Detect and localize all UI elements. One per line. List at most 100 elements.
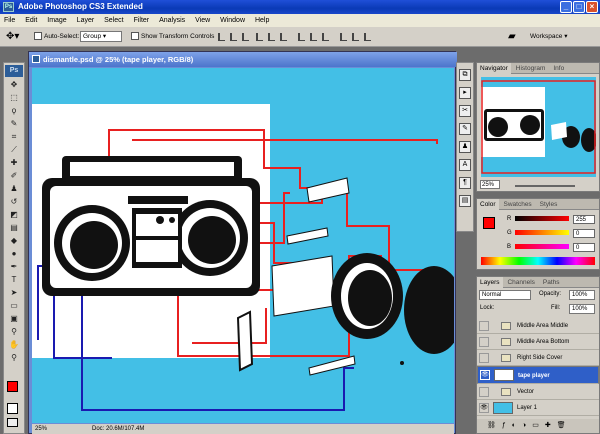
path-select-tool-icon[interactable]: ➤ [6, 287, 22, 298]
navigator-zoom-slider[interactable] [515, 185, 575, 187]
tool-presets-icon[interactable]: ✂ [459, 105, 471, 117]
menu-file[interactable]: File [0, 17, 19, 24]
visibility-toggle[interactable] [479, 337, 489, 347]
type-tool-icon[interactable]: T [6, 274, 22, 285]
menu-help[interactable]: Help [251, 17, 273, 24]
align-bottom-icon[interactable] [242, 33, 249, 41]
b-slider[interactable] [515, 244, 569, 249]
move-tool-icon[interactable]: ✥ [6, 79, 22, 90]
pen-tool-icon[interactable]: ✒ [6, 261, 22, 272]
move-tool-icon[interactable]: ✥▾ [6, 32, 19, 42]
menu-edit[interactable]: Edit [21, 17, 41, 24]
layer-comps-icon[interactable]: ▤ [459, 195, 471, 207]
align-hcenter-icon[interactable] [268, 33, 275, 41]
close-button[interactable]: × [586, 1, 598, 13]
tab-layers[interactable]: Layers [477, 277, 503, 288]
distribute-hcenter-icon[interactable] [352, 33, 359, 41]
layer-row[interactable]: Right Side Cover [477, 350, 599, 366]
minimize-button[interactable]: _ [560, 1, 572, 13]
menu-select[interactable]: Select [100, 17, 127, 24]
shape-tool-icon[interactable]: ▭ [6, 300, 22, 311]
menu-image[interactable]: Image [43, 17, 70, 24]
color-foreground-swatch[interactable] [483, 217, 495, 229]
show-transform-checkbox[interactable]: Show Transform Controls [131, 32, 214, 42]
maximize-button[interactable]: □ [573, 1, 585, 13]
navigator-zoom[interactable]: 25% [480, 180, 500, 189]
auto-select-checkbox[interactable]: Auto-Select: [34, 32, 79, 42]
eyedropper-tool-icon[interactable]: ⚲ [6, 326, 22, 337]
b-value[interactable]: 0 [573, 243, 595, 252]
g-value[interactable]: 0 [573, 229, 595, 238]
distribute-vcenter-icon[interactable] [310, 33, 317, 41]
screen-mode-icon[interactable] [7, 418, 18, 427]
notes-tool-icon[interactable]: ▣ [6, 313, 22, 324]
zoom-tool-icon[interactable]: ⚲ [6, 352, 22, 363]
opacity-input[interactable]: 100% [569, 290, 595, 300]
stamp-tool-icon[interactable]: ♟ [6, 183, 22, 194]
menu-layer[interactable]: Layer [73, 17, 99, 24]
align-right-icon[interactable] [280, 33, 287, 41]
align-vcenter-icon[interactable] [230, 33, 237, 41]
r-value[interactable]: 255 [573, 215, 595, 224]
tab-color[interactable]: Color [477, 199, 499, 210]
layer-row-selected[interactable]: 👁 tape player [477, 366, 599, 384]
navigator-preview[interactable] [481, 77, 596, 177]
menu-analysis[interactable]: Analysis [155, 17, 189, 24]
menu-view[interactable]: View [191, 17, 214, 24]
crop-tool-icon[interactable]: ⌗ [6, 131, 22, 142]
color-ramp[interactable] [481, 257, 595, 265]
clone-source-icon[interactable]: ♟ [459, 141, 471, 153]
visibility-toggle[interactable] [479, 353, 489, 363]
align-left-icon[interactable] [256, 33, 263, 41]
tab-histogram[interactable]: Histogram [513, 63, 549, 74]
tab-styles[interactable]: Styles [537, 199, 561, 210]
layers-footer-buttons[interactable]: ⛓ƒ◐◑▭✚🗑 [477, 419, 599, 433]
visibility-toggle[interactable] [479, 321, 489, 331]
g-slider[interactable] [515, 230, 569, 235]
file-browser-icon[interactable]: ▰ [508, 32, 516, 42]
healing-brush-icon[interactable]: ✚ [6, 157, 22, 168]
visibility-toggle[interactable] [479, 387, 489, 397]
distribute-top-icon[interactable] [298, 33, 305, 41]
eye-icon[interactable]: 👁 [479, 403, 489, 413]
gradient-tool-icon[interactable]: ▤ [6, 222, 22, 233]
tab-swatches[interactable]: Swatches [501, 199, 535, 210]
tab-info[interactable]: Info [550, 63, 567, 74]
layer-row[interactable]: Vector [477, 384, 599, 400]
marquee-tool-icon[interactable]: ⬚ [6, 92, 22, 103]
character-panel-icon[interactable]: A [459, 159, 471, 171]
paragraph-panel-icon[interactable]: ¶ [459, 177, 471, 189]
layer-row[interactable]: Middle Area Bottom [477, 334, 599, 350]
eye-icon[interactable]: 👁 [480, 370, 490, 380]
quick-mask-icon[interactable] [7, 403, 18, 414]
tab-paths[interactable]: Paths [540, 277, 563, 288]
brush-tool-icon[interactable]: ✐ [6, 170, 22, 181]
eraser-tool-icon[interactable]: ◩ [6, 209, 22, 220]
actions-panel-icon[interactable]: ▸ [459, 87, 471, 99]
distribute-right-icon[interactable] [364, 33, 371, 41]
brushes-panel-icon[interactable]: ✎ [459, 123, 471, 135]
distribute-bottom-icon[interactable] [322, 33, 329, 41]
distribute-left-icon[interactable] [340, 33, 347, 41]
dodge-tool-icon[interactable]: ● [6, 248, 22, 259]
canvas[interactable] [32, 68, 454, 423]
layer-row[interactable]: 👁 Layer 1 [477, 400, 599, 416]
tab-navigator[interactable]: Navigator [477, 63, 511, 74]
blend-mode-dropdown[interactable]: Normal [479, 290, 531, 300]
fill-input[interactable]: 100% [569, 304, 595, 314]
history-brush-icon[interactable]: ↺ [6, 196, 22, 207]
lasso-tool-icon[interactable]: ϙ [6, 105, 22, 116]
quick-select-tool-icon[interactable]: ✎ [6, 118, 22, 129]
tab-channels[interactable]: Channels [504, 277, 537, 288]
menu-window[interactable]: Window [216, 17, 249, 24]
hand-tool-icon[interactable]: ✋ [6, 339, 22, 350]
align-top-icon[interactable] [218, 33, 225, 41]
slice-tool-icon[interactable]: ⟋ [6, 144, 22, 155]
zoom-readout[interactable]: 25% [35, 424, 47, 434]
menu-filter[interactable]: Filter [130, 17, 154, 24]
r-slider[interactable] [515, 216, 569, 221]
history-panel-icon[interactable]: ⧉ [459, 69, 471, 81]
workspace-menu[interactable]: Workspace ▾ [530, 32, 567, 42]
auto-select-dropdown[interactable]: Group ▾ [80, 31, 122, 42]
foreground-color-swatch[interactable] [7, 381, 18, 392]
